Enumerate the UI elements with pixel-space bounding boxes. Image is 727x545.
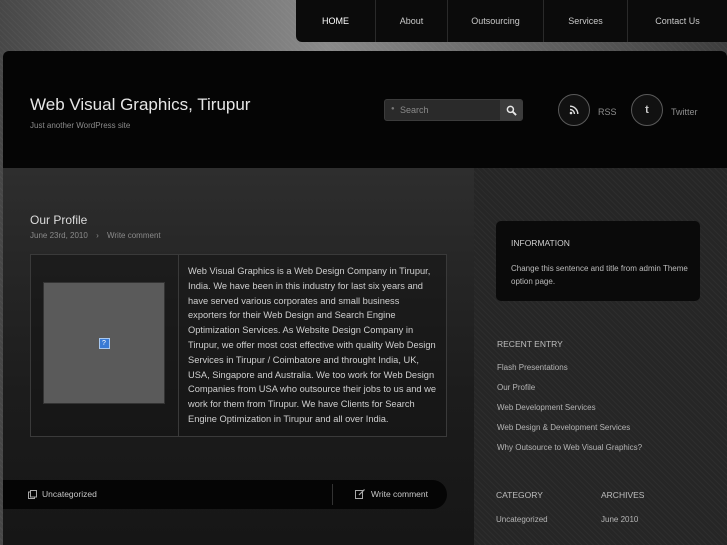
top-navigation: HOME About Outsourcing Services Contact … — [296, 0, 727, 42]
post-category-label[interactable]: Uncategorized — [42, 489, 97, 499]
post-footer-bar: Uncategorized Write comment — [3, 480, 447, 509]
main-content: Our Profile June 23rd, 2010 › Write comm… — [3, 168, 474, 545]
meta-separator: › — [96, 231, 99, 240]
nav-item-about[interactable]: About — [376, 0, 448, 42]
post-meta: June 23rd, 2010 › Write comment — [30, 231, 161, 240]
information-widget: INFORMATION Change this sentence and tit… — [496, 221, 700, 301]
post-title[interactable]: Our Profile — [30, 213, 87, 227]
footer-write-comment-label[interactable]: Write comment — [371, 489, 428, 499]
nav-item-home[interactable]: HOME — [296, 0, 376, 42]
search-input[interactable] — [400, 103, 495, 117]
recent-entry-item[interactable]: Web Design & Development Services — [497, 422, 642, 442]
sidebar: INFORMATION Change this sentence and tit… — [474, 168, 727, 545]
category-link[interactable]: Uncategorized — [496, 515, 548, 524]
site-title[interactable]: Web Visual Graphics, Tirupur — [30, 95, 250, 115]
folder-icon — [28, 489, 37, 499]
nav-item-services[interactable]: Services — [544, 0, 628, 42]
twitter-icon: t — [645, 104, 649, 116]
twitter-label[interactable]: Twitter — [671, 107, 698, 117]
post-category[interactable]: Uncategorized — [28, 489, 97, 499]
recent-entry-title: RECENT ENTRY — [497, 339, 563, 349]
twitter-button[interactable]: t — [631, 94, 663, 126]
broken-image-icon: ? — [98, 337, 110, 349]
search-box: ● — [384, 99, 523, 121]
rss-button[interactable] — [558, 94, 590, 126]
post-body: Web Visual Graphics is a Web Design Comp… — [188, 266, 437, 424]
site-tagline: Just another WordPress site — [30, 121, 131, 130]
post-box: ? Web Visual Graphics is a Web Design Co… — [30, 254, 447, 437]
nav-item-outsourcing[interactable]: Outsourcing — [448, 0, 544, 42]
rss-icon — [569, 105, 579, 115]
edit-icon — [355, 489, 365, 499]
nav-item-contact-us[interactable]: Contact Us — [628, 0, 727, 42]
footer-divider — [332, 484, 333, 505]
post-date: June 23rd, 2010 — [30, 231, 88, 240]
post-box-divider — [178, 255, 179, 436]
information-title: INFORMATION — [511, 238, 570, 248]
footer-write-comment[interactable]: Write comment — [355, 489, 428, 499]
search-icon — [506, 105, 517, 116]
search-bullet-icon: ● — [391, 106, 395, 112]
category-title: CATEGORY — [496, 490, 543, 500]
recent-entry-item[interactable]: Our Profile — [497, 382, 642, 402]
write-comment-link[interactable]: Write comment — [107, 231, 161, 240]
archives-title: ARCHIVES — [601, 490, 645, 500]
post-thumbnail: ? — [43, 282, 165, 404]
information-text: Change this sentence and title from admi… — [511, 264, 688, 286]
rss-label[interactable]: RSS — [598, 107, 617, 117]
recent-entry-list: Flash Presentations Our Profile Web Deve… — [497, 362, 642, 462]
search-button[interactable] — [500, 100, 522, 120]
recent-entry-item[interactable]: Flash Presentations — [497, 362, 642, 382]
archives-link[interactable]: June 2010 — [601, 515, 638, 524]
recent-entry-item[interactable]: Web Development Services — [497, 402, 642, 422]
site-header: Web Visual Graphics, Tirupur Just anothe… — [3, 51, 727, 168]
recent-entry-item[interactable]: Why Outsource to Web Visual Graphics? — [497, 442, 642, 462]
